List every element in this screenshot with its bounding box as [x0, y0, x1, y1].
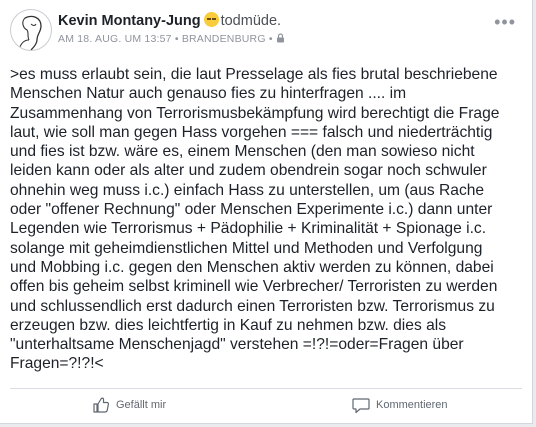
divider: [10, 388, 522, 389]
post-text-line: erzeugen bzw. dies leichtfertig in Kauf …: [10, 316, 447, 334]
post-text-line: laut, wie soll man gegen Hass vorgehen =…: [10, 123, 493, 141]
post-meta: AM 18. AUG. UM 13:57 • BRANDENBURG •: [58, 33, 285, 46]
post-text-line: Menschen Natur auch genauso fies zu hint…: [10, 85, 407, 103]
post-text-line: und Mobbing i.c. gegen den Menschen akti…: [10, 258, 494, 276]
comment-button[interactable]: Kommentieren: [352, 395, 448, 415]
lock-icon: [276, 33, 285, 46]
thumbs-up-icon: [93, 397, 110, 413]
post-text-line: und schlussendlich erst dadurch einen Te…: [10, 297, 495, 315]
sleepy-face-icon: [203, 12, 219, 27]
avatar[interactable]: [10, 9, 52, 51]
post-text-line: Legenden wie Terrorismus + Pädophilie + …: [10, 220, 487, 238]
post-text-line: solange mit geheimdienstlichen Mittel un…: [10, 239, 483, 257]
post-card: Kevin Montany-Jung todmüde. AM 18. AUG. U…: [0, 0, 533, 424]
post-header: Kevin Montany-Jung todmüde.: [58, 12, 281, 29]
post-text-line: oder "offener Rechnung" oder Menschen Ex…: [10, 201, 493, 219]
post-text-line: >es muss erlaubt sein, die laut Pressela…: [10, 66, 498, 83]
comment-icon: [352, 398, 370, 414]
more-options-icon[interactable]: •••: [494, 12, 516, 33]
post-text-line: offen bis geheim selbst kriminell wie Ve…: [10, 278, 498, 296]
like-button[interactable]: Gefällt mir: [92, 395, 166, 415]
post-timestamp[interactable]: AM 18. AUG. UM 13:57 • BRANDENBURG •: [58, 33, 273, 45]
post-text-line: leiden kann oder als alter und zudem obe…: [10, 162, 487, 180]
like-label: Gefällt mir: [116, 399, 167, 411]
post-text-line: Fragen=?!?!<: [10, 355, 104, 373]
post-text-line: ohnehin weg muss i.c.) einfach Hass zu u…: [10, 181, 485, 199]
post-text-line: und fies ist bzw. wäre es, einem Mensche…: [10, 143, 475, 161]
avatar-sketch-icon: [18, 15, 42, 50]
post-text-line: "unterhaltsame Menschenjagd" verstehen =…: [10, 336, 464, 354]
author-name[interactable]: Kevin Montany-Jung: [58, 13, 201, 29]
comment-label: Kommentieren: [376, 399, 448, 411]
post-text-line: Zusammenhang von Terrorismusbekämpfung w…: [10, 104, 500, 122]
post-body: >es muss erlaubt sein, die laut Pressela…: [10, 65, 522, 374]
feeling-text: todmüde.: [220, 13, 282, 29]
